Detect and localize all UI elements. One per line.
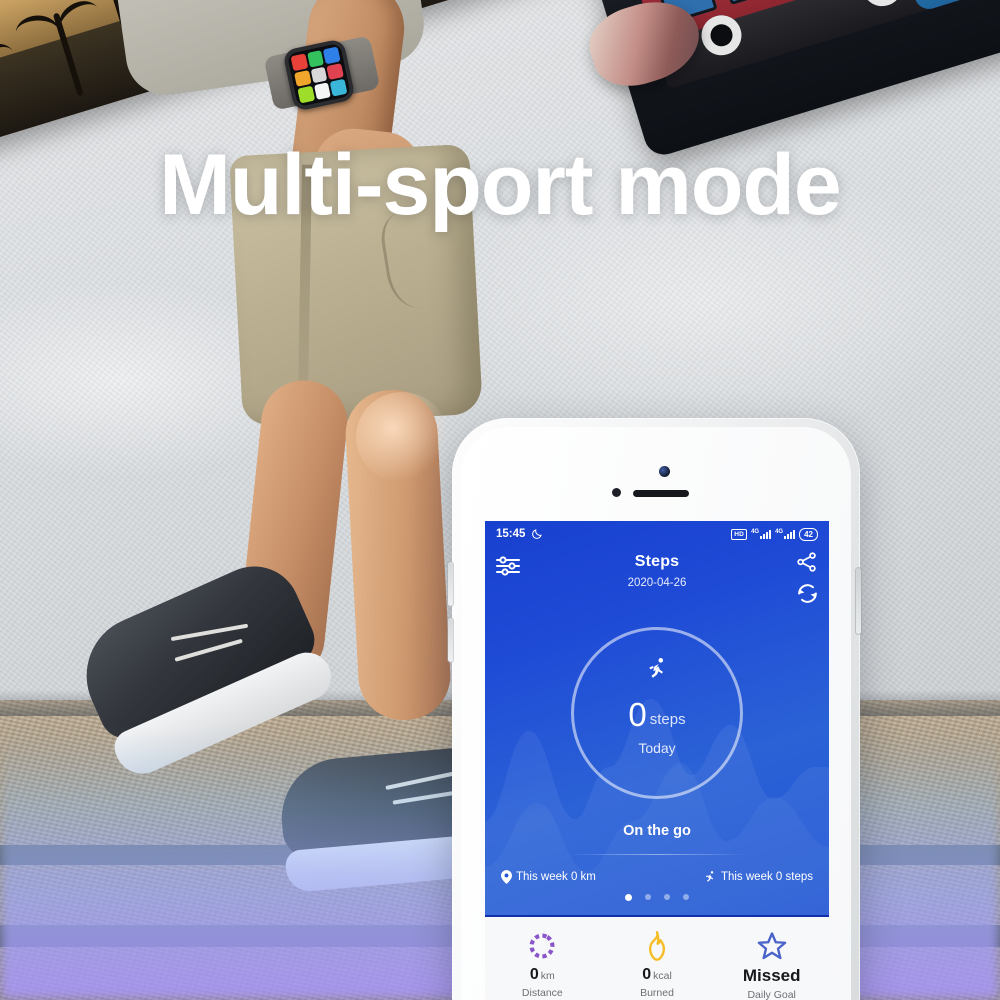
proximity-sensor-icon <box>612 488 621 497</box>
steps-value: 0 <box>628 696 647 733</box>
page-headline: Multi-sport mode <box>159 137 842 233</box>
stat-burned-label: Burned <box>640 987 674 999</box>
sim1-signal-icon: 4G <box>751 529 772 539</box>
page-title: Steps <box>634 553 680 570</box>
steps-unit: steps <box>649 711 686 728</box>
status-bar: 15:45 HD 4G 4G 42 <box>485 521 829 547</box>
crescent-moon-icon <box>532 529 543 539</box>
stat-burned-value: 0 kcal <box>642 966 672 983</box>
location-pin-icon <box>501 870 512 884</box>
sim2-signal-icon: 4G <box>775 529 796 539</box>
earpiece-speaker <box>633 490 689 497</box>
hd-icon: HD <box>731 528 748 540</box>
week-summary-row: This week 0 km This week 0 steps <box>485 870 829 884</box>
stats-panel: 0 km Distance 0 kcal Burned Missed Daily… <box>485 915 829 1000</box>
battery-icon: 42 <box>799 527 818 541</box>
phone-body: 15:45 HD 4G 4G 42 Steps 2020-04-26 0 ste… <box>461 427 851 1000</box>
steps-period: Today <box>638 740 676 756</box>
person-knee-highlight <box>356 392 448 482</box>
sim2-network-label: 4G <box>775 529 784 535</box>
status-bar-left: 15:45 <box>496 528 543 540</box>
signal-bars <box>760 529 772 539</box>
page-dot-2[interactable] <box>645 894 651 900</box>
stat-daily-goal-value: Missed <box>742 966 801 985</box>
watch-screen <box>286 42 352 108</box>
page-date: 2020-04-26 <box>627 577 687 589</box>
stat-distance[interactable]: 0 km Distance <box>485 929 600 999</box>
stat-daily-goal-label: Daily Goal <box>747 989 796 1000</box>
week-steps[interactable]: This week 0 steps <box>703 870 813 884</box>
page-dot-4[interactable] <box>683 894 689 900</box>
sim1-network-label: 4G <box>751 529 760 535</box>
stat-burned[interactable]: 0 kcal Burned <box>600 929 715 999</box>
status-bar-right: HD 4G 4G 42 <box>731 527 818 541</box>
running-person-icon <box>649 658 664 678</box>
stat-distance-value: 0 km <box>529 966 555 983</box>
dashed-ring-icon <box>485 929 600 963</box>
stat-daily-goal[interactable]: Missed Daily Goal <box>714 929 829 1000</box>
sync-icon[interactable] <box>795 581 820 606</box>
week-distance-label: This week 0 km <box>516 871 596 883</box>
phone-power-button[interactable] <box>856 568 861 634</box>
page-dot-1[interactable] <box>625 894 632 901</box>
bus-window <box>720 0 781 6</box>
app-screen: 15:45 HD 4G 4G 42 Steps 2020-04-26 0 ste… <box>485 521 829 1000</box>
front-camera-icon <box>659 466 670 477</box>
running-person-icon <box>705 871 714 882</box>
status-time: 15:45 <box>496 528 526 540</box>
smartwatch <box>282 38 356 112</box>
bus-wheel <box>696 10 747 61</box>
phone-volume-down-button[interactable] <box>448 618 453 662</box>
phone-volume-up-button[interactable] <box>448 562 453 606</box>
section-divider <box>567 854 747 855</box>
star-icon <box>714 929 829 963</box>
steps-count: 0 steps <box>574 696 740 734</box>
page-dot-3[interactable] <box>664 894 670 900</box>
stat-distance-label: Distance <box>521 987 563 999</box>
signal-bars <box>784 529 796 539</box>
share-icon[interactable] <box>796 551 818 573</box>
steps-ring[interactable]: 0 steps Today <box>571 627 743 799</box>
phone-mockup: 15:45 HD 4G 4G 42 Steps 2020-04-26 0 ste… <box>448 418 861 1000</box>
week-steps-label: This week 0 steps <box>720 871 813 883</box>
flame-icon <box>600 929 715 963</box>
bus-wheel <box>857 0 908 12</box>
activity-status-text: On the go <box>623 823 691 839</box>
week-distance[interactable]: This week 0 km <box>501 870 596 884</box>
app-bar: Steps 2020-04-26 <box>485 547 829 613</box>
page-indicator[interactable] <box>485 894 829 901</box>
